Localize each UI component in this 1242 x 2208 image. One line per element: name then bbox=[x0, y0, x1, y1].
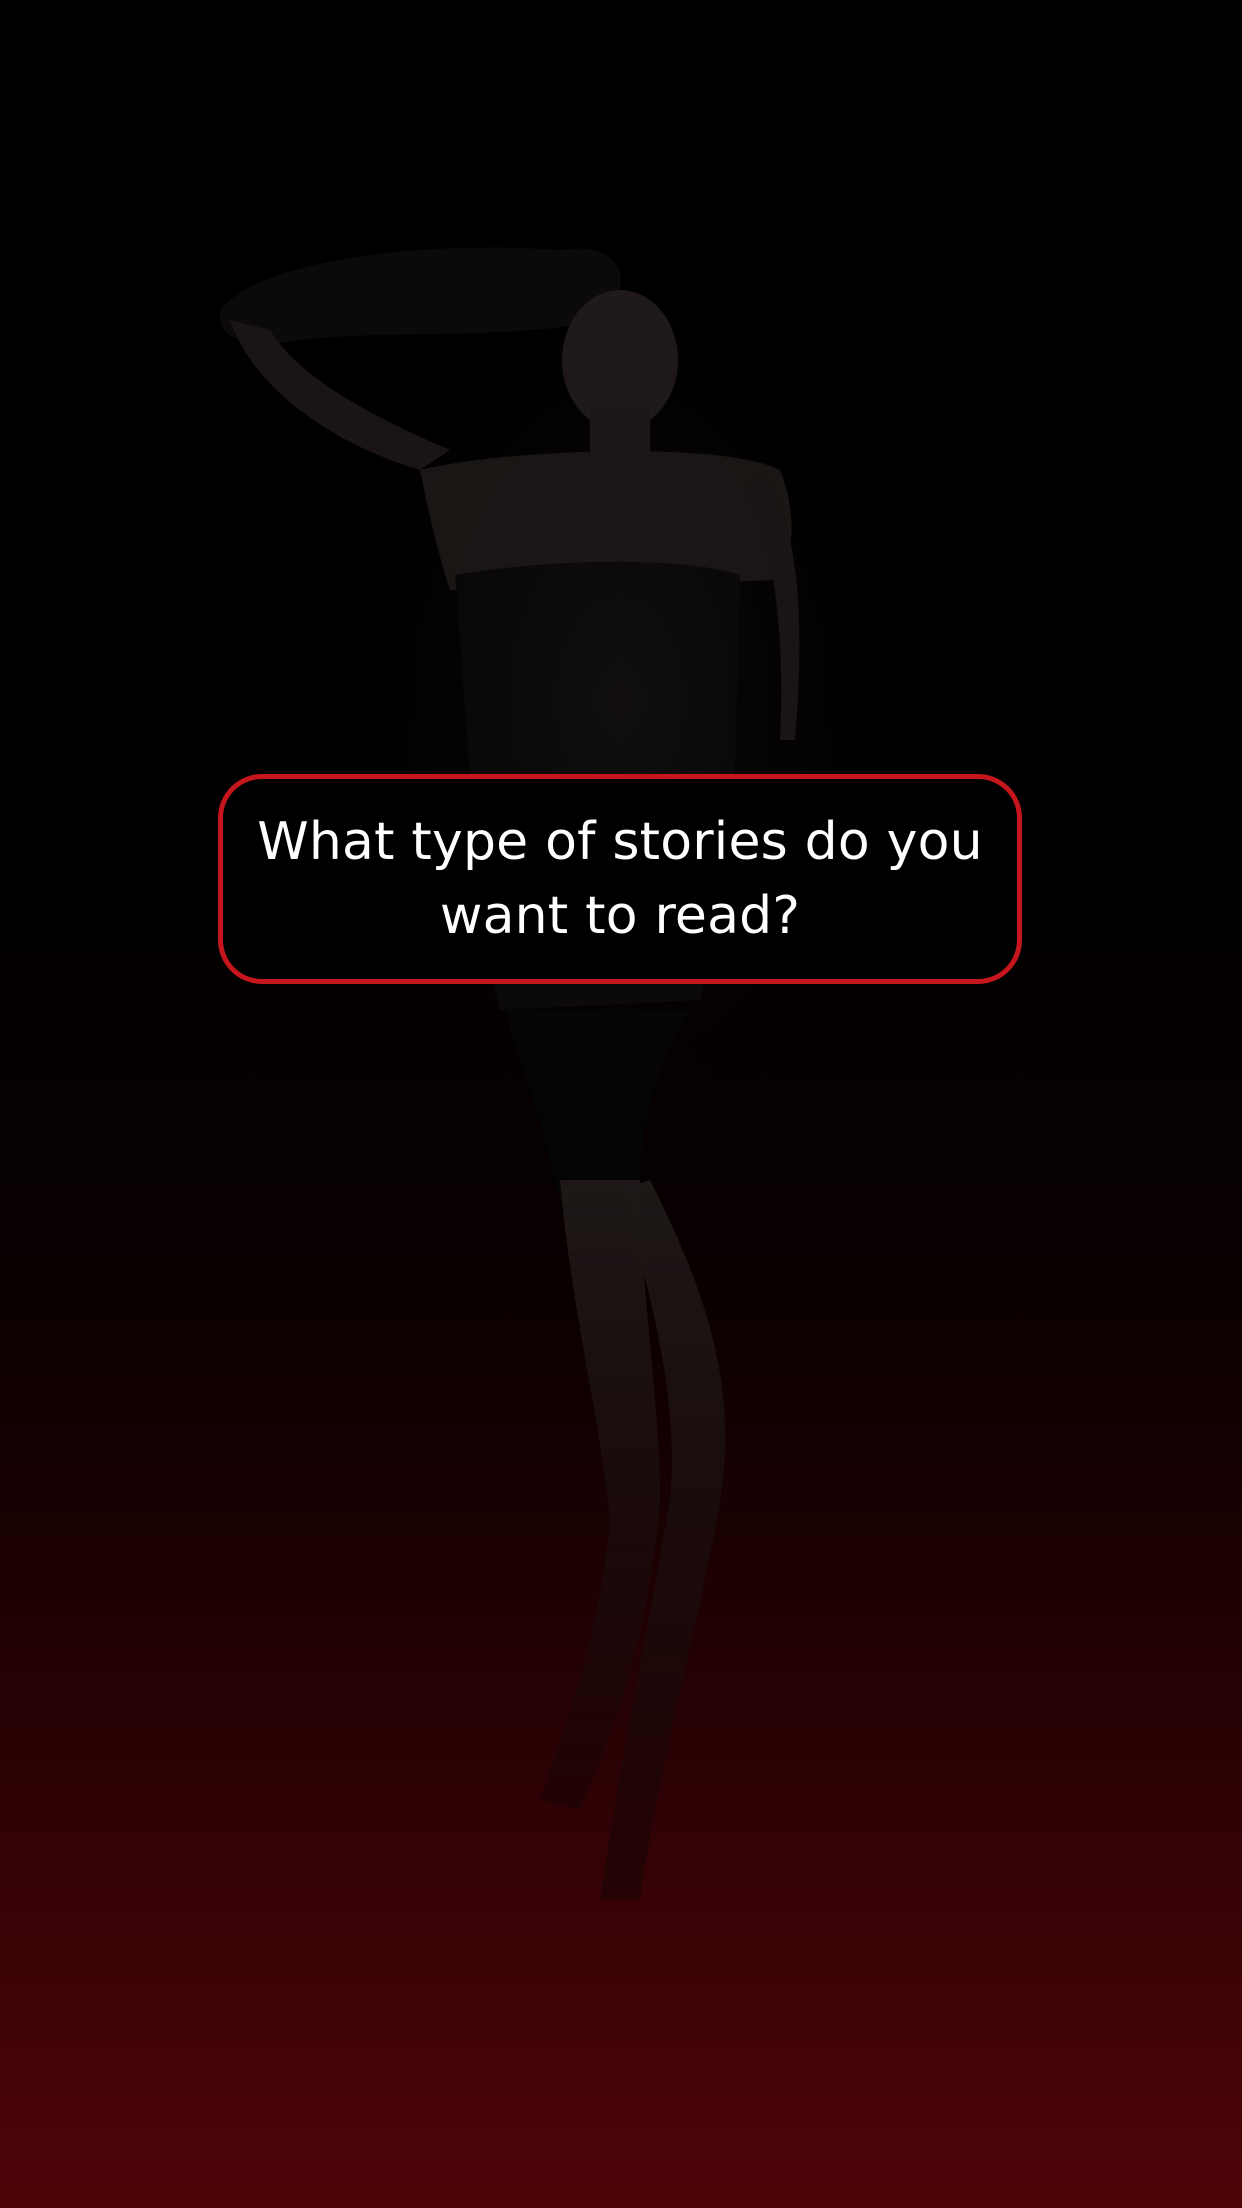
background-figure-image bbox=[219, 247, 880, 1900]
question-card: What type of stories do you want to read… bbox=[218, 774, 1022, 984]
question-text: What type of stories do you want to read… bbox=[257, 812, 983, 946]
onboarding-screen: What type of stories do you want to read… bbox=[0, 0, 1242, 2208]
